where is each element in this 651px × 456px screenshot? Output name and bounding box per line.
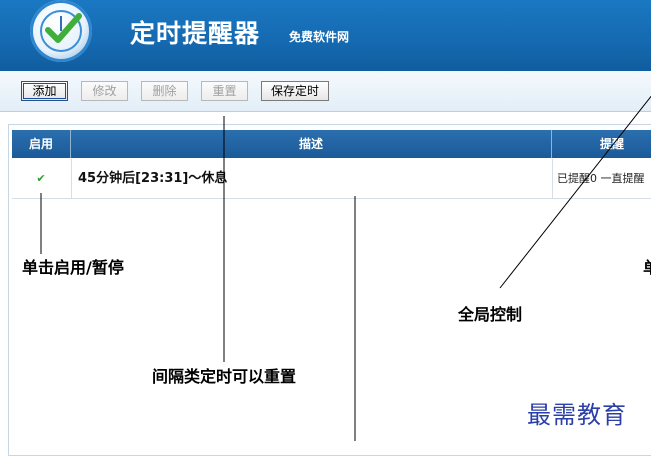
annotation-global: 全局控制 <box>458 305 523 324</box>
annotation-edge: 单 <box>643 254 651 278</box>
annotation-lines <box>40 95 651 441</box>
annotation-interval: 间隔类定时可以重置 <box>152 367 297 386</box>
annotation-line-global <box>499 95 651 289</box>
watermark: 最需教育 <box>527 401 627 429</box>
annotation-toggle: 单击启用/暂停 <box>22 258 124 277</box>
